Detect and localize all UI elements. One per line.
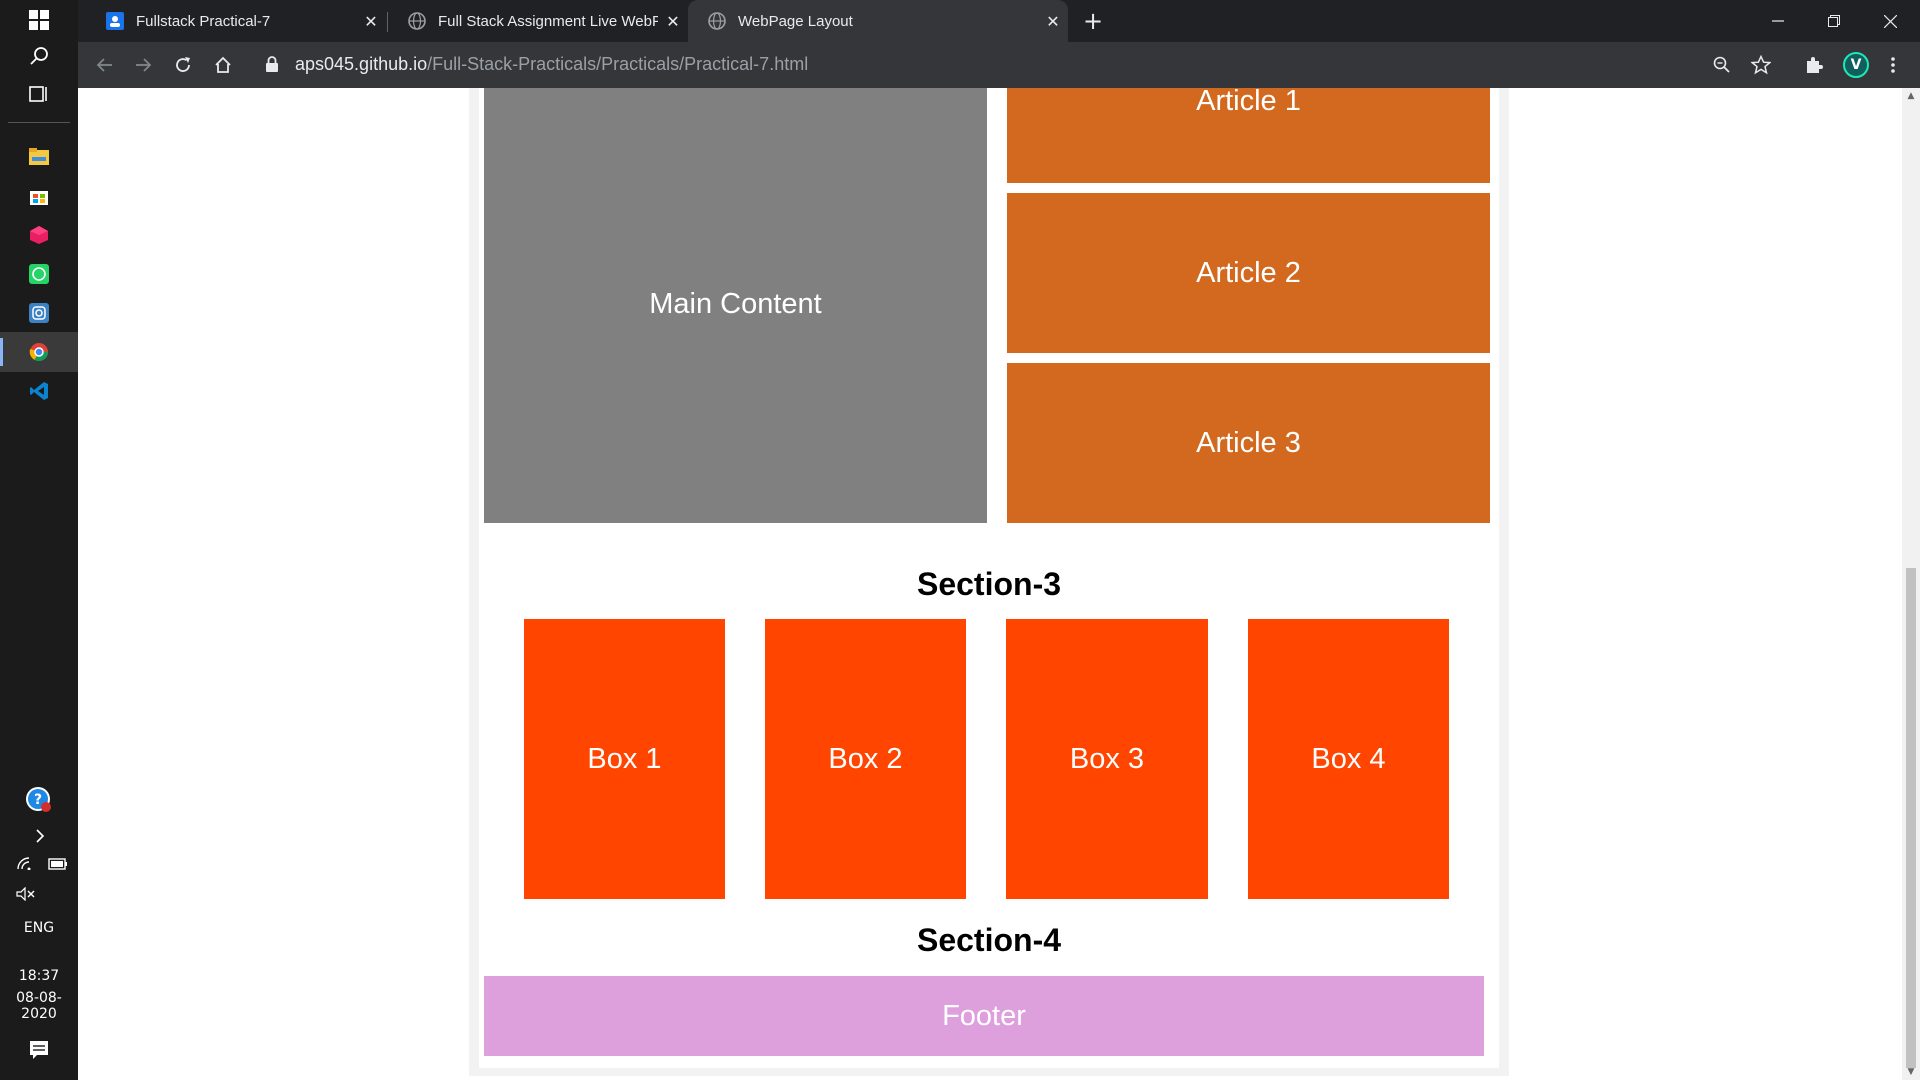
google-classroom-icon (106, 12, 124, 30)
minimize-button[interactable] (1750, 0, 1806, 42)
tab-close-icon[interactable]: ✕ (658, 12, 688, 31)
zoom-icon[interactable] (1707, 50, 1737, 80)
extensions-icon[interactable] (1799, 50, 1829, 80)
taskbar-divider (8, 122, 70, 123)
box-label: Box 3 (1069, 742, 1145, 775)
page-scrollbar[interactable]: ▲ ▼ (1902, 88, 1920, 1080)
chrome-icon[interactable] (0, 332, 78, 372)
close-window-button[interactable] (1862, 0, 1918, 42)
lock-icon[interactable] (265, 56, 279, 76)
main-content-block: Main Content (484, 88, 987, 523)
tab-close-icon[interactable]: ✕ (1038, 12, 1068, 31)
globe-icon (408, 12, 426, 30)
page-viewport: Main Content Article 1 Article 2 Article… (78, 88, 1902, 1080)
tab-full-stack-assignment[interactable]: Full Stack Assignment Live WebP ✕ (388, 0, 688, 42)
box-1-block: Box 1 (524, 619, 725, 899)
windows-taskbar: ? ENG 18:37 08-08-2020 (0, 0, 78, 1080)
home-button[interactable] (208, 50, 238, 80)
address-bar[interactable]: aps045.github.io/Full-Stack-Practicals/P… (295, 54, 808, 75)
scroll-down-arrow[interactable]: ▼ (1902, 1064, 1920, 1080)
tab-webpage-layout[interactable]: WebPage Layout ✕ (688, 0, 1068, 42)
search-icon[interactable] (0, 36, 78, 76)
article-label: Article 1 (1196, 88, 1301, 117)
url-host: aps045.github.io (295, 54, 428, 74)
profile-avatar[interactable]: V (1843, 52, 1869, 78)
back-button[interactable] (90, 50, 120, 80)
instagram-icon[interactable] (0, 293, 78, 333)
article-1-block: Article 1 (1007, 88, 1490, 183)
article-2-block: Article 2 (1007, 193, 1490, 353)
clock-time[interactable]: 18:37 (0, 968, 78, 984)
box-3-block: Box 3 (1006, 619, 1208, 899)
browser-tab-strip: Fullstack Practical-7 ✕ Full Stack Assig… (78, 0, 1920, 42)
box-2-block: Box 2 (765, 619, 966, 899)
file-explorer-icon[interactable] (0, 137, 78, 177)
article-label: Article 2 (1196, 256, 1301, 289)
svg-text:?: ? (34, 792, 42, 808)
section-3-heading: Section-3 (916, 566, 1062, 602)
box-4-block: Box 4 (1248, 619, 1449, 899)
scrollbar-thumb[interactable] (1906, 568, 1916, 1068)
tab-title: WebPage Layout (738, 12, 853, 30)
help-icon[interactable]: ? (0, 780, 78, 820)
tab-fullstack-practical[interactable]: Fullstack Practical-7 ✕ (86, 0, 386, 42)
forward-button[interactable] (128, 50, 158, 80)
microsoft-store-icon[interactable] (0, 176, 78, 216)
box-label: Box 1 (587, 742, 662, 775)
article-label: Article 3 (1196, 426, 1301, 459)
menu-kebab-icon[interactable] (1878, 50, 1908, 80)
browser-toolbar: aps045.github.io/Full-Stack-Practicals/P… (78, 42, 1920, 88)
task-view-icon[interactable] (0, 74, 78, 114)
windows-start-icon[interactable] (0, 0, 78, 40)
vscode-icon[interactable] (0, 371, 78, 411)
language-indicator[interactable]: ENG (0, 920, 78, 936)
tab-title: Fullstack Practical-7 (136, 12, 271, 30)
new-tab-button[interactable]: + (1078, 0, 1108, 42)
bookmark-star-icon[interactable] (1746, 50, 1776, 80)
globe-icon (708, 12, 726, 30)
main-content-label: Main Content (649, 288, 822, 320)
reload-button[interactable] (168, 50, 198, 80)
box-label: Box 4 (1311, 742, 1386, 775)
scroll-up-arrow[interactable]: ▲ (1902, 88, 1920, 104)
article-3-block: Article 3 (1007, 363, 1490, 523)
tab-close-icon[interactable]: ✕ (356, 12, 386, 31)
footer-block: Footer (484, 976, 1484, 1056)
tab-title: Full Stack Assignment Live WebP (438, 12, 658, 30)
box-label: Box 2 (828, 742, 903, 775)
layout-inner: Main Content Article 1 Article 2 Article… (479, 88, 1499, 1068)
layout-container: Main Content Article 1 Article 2 Article… (469, 88, 1509, 1076)
app-cube-icon[interactable] (0, 215, 78, 255)
wifi-icon[interactable] (16, 855, 34, 874)
battery-icon[interactable] (48, 855, 68, 874)
section-4-heading: Section-4 (916, 922, 1062, 958)
footer-label: Footer (942, 999, 1026, 1032)
notification-icon[interactable] (0, 1030, 78, 1070)
restore-button[interactable] (1806, 0, 1862, 42)
whatsapp-icon[interactable] (0, 254, 78, 294)
clock-date[interactable]: 08-08-2020 (0, 990, 78, 1022)
url-path: /Full-Stack-Practicals/Practicals/Practi… (427, 54, 809, 74)
volume-muted-icon[interactable] (0, 874, 78, 914)
